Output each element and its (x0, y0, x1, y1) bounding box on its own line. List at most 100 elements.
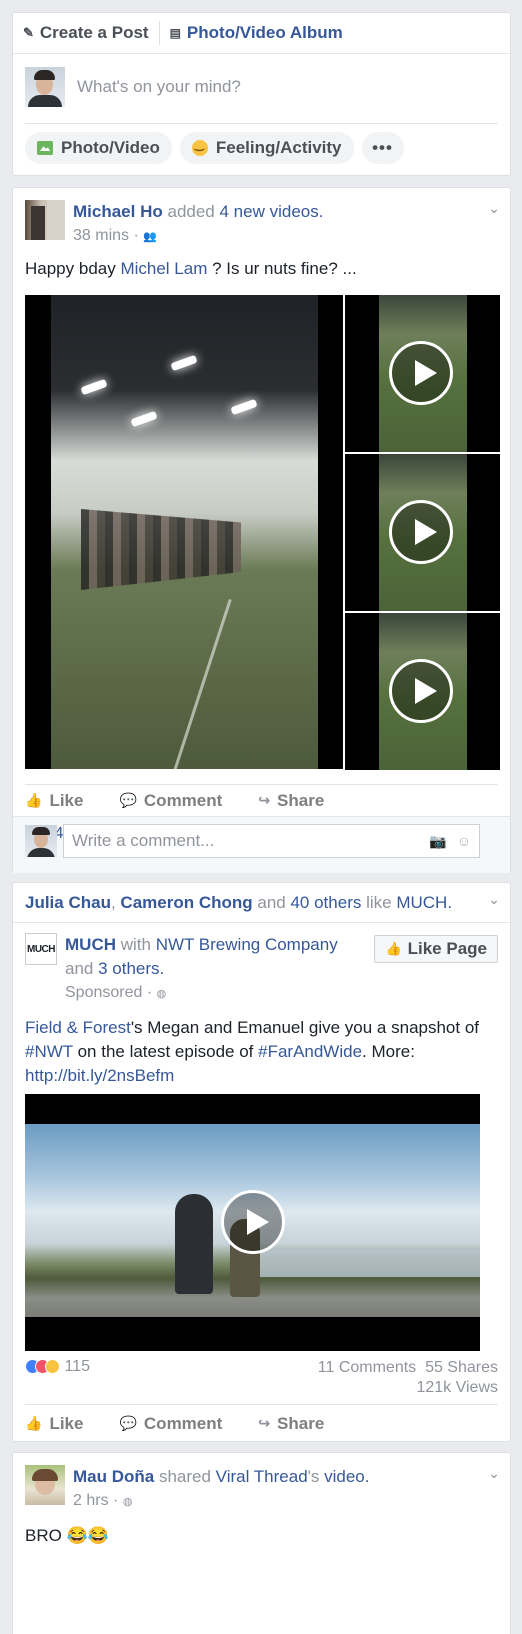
source-link[interactable]: Viral Thread (216, 1467, 308, 1486)
more-button[interactable]: ••• (361, 132, 404, 164)
post-text-part: . More: (362, 1042, 415, 1061)
share-button[interactable]: ↪ Share (258, 791, 324, 811)
author-link[interactable]: Mau Doña (73, 1467, 154, 1486)
comment-input-icons: 📷 ☺ (429, 833, 471, 850)
video-link[interactable]: video. (324, 1467, 369, 1486)
video-thumbnail[interactable] (345, 295, 500, 452)
conjunction: and (65, 959, 99, 978)
video-thumbnail[interactable] (345, 613, 500, 770)
smiley-icon (191, 138, 208, 156)
thumbs-up-icon: 👍 (25, 1415, 43, 1431)
author-link[interactable]: Michael Ho (73, 202, 163, 221)
status-input[interactable]: What's on your mind? (77, 77, 241, 97)
like-label: Like (49, 790, 84, 810)
social-context: Julia Chau, Cameron Chong and 40 others … (13, 883, 510, 923)
tab-photo-album-label: Photo/Video Album (186, 23, 343, 42)
like-page-button[interactable]: 👍 Like Page (374, 935, 498, 963)
video-main[interactable] (25, 295, 343, 769)
share-button[interactable]: ↪ Share (258, 1414, 324, 1434)
photo-video-label: Photo/Video (61, 138, 160, 157)
timestamp[interactable]: 2 hrs (73, 1492, 109, 1509)
share-label: Share (277, 790, 325, 810)
comments-count[interactable]: 11 Comments (318, 1359, 416, 1376)
post-card: Mau Doña shared Viral Thread's video. 2 … (12, 1452, 511, 1634)
post-text-part: on the latest episode of (72, 1042, 259, 1061)
post-actions: 👍 Like 💬 Comment ↪ Share (25, 784, 498, 816)
post-text: Happy bday Michel Lam ? Is ur nuts fine?… (13, 249, 510, 281)
tab-photo-album[interactable]: ▤ Photo/Video Album (170, 13, 343, 53)
post-actions: 👍 Like 💬 Comment ↪ Share (25, 1404, 498, 1442)
avatar[interactable] (25, 1465, 65, 1505)
like-button[interactable]: 👍 Like (25, 1414, 83, 1434)
comment-button[interactable]: 💬 Comment (119, 791, 222, 811)
divider (158, 21, 160, 45)
feeling-activity-button[interactable]: Feeling/Activity (179, 132, 354, 164)
pencil-icon: ✎ (23, 25, 34, 40)
page-link[interactable]: MUCH. (396, 893, 452, 912)
globe-icon[interactable]: ◍ (157, 988, 167, 1000)
page-link[interactable]: Field & Forest (25, 1018, 131, 1037)
post-meta: Mau Doña shared Viral Thread's video. 2 … (73, 1465, 370, 1514)
comment-button[interactable]: 💬 Comment (119, 1414, 222, 1434)
sponsored-label[interactable]: Sponsored (65, 984, 142, 1001)
album-icon: ▤ (169, 26, 181, 40)
post-meta: Michael Ho added 4 new videos. 38 mins ·… (73, 200, 323, 249)
page-name-link[interactable]: MUCH (65, 935, 116, 954)
action-text: 's (307, 1467, 325, 1486)
chevron-down-icon[interactable]: ⌄ (488, 1465, 500, 1482)
video-player[interactable] (25, 1094, 480, 1351)
play-icon[interactable] (389, 500, 453, 564)
composer-card: ✎ Create a Post ▤ Photo/Video Album What… (12, 12, 511, 176)
like-button[interactable]: 👍 Like (25, 791, 83, 811)
emoji-icon[interactable]: ☺ (457, 833, 471, 850)
others-link[interactable]: 40 others (290, 893, 361, 912)
play-icon[interactable] (389, 341, 453, 405)
friend-link[interactable]: Julia Chau (25, 893, 111, 912)
photo-icon (37, 141, 53, 155)
avatar[interactable] (25, 200, 65, 240)
play-icon[interactable] (221, 1190, 285, 1254)
url-link[interactable]: http://bit.ly/2nsBefm (25, 1066, 174, 1085)
separator-dot: · (146, 984, 153, 1001)
timestamp[interactable]: 38 mins (73, 227, 129, 244)
engagement-counts: 11 Comments 55 Shares 121k Views (318, 1358, 498, 1398)
share-label: Share (277, 1413, 325, 1433)
comment-icon: 💬 (119, 792, 137, 808)
avatar[interactable] (25, 67, 65, 107)
chevron-down-icon[interactable]: ⌄ (488, 891, 500, 908)
others-link[interactable]: 3 others. (98, 959, 164, 978)
post-text: Field & Forest's Megan and Emanuel give … (13, 1006, 510, 1088)
photo-video-button[interactable]: Photo/Video (25, 132, 172, 164)
reaction-count: 115 (64, 1358, 90, 1375)
shares-count[interactable]: 55 Shares (425, 1359, 498, 1376)
reaction-summary[interactable]: 115 (25, 1358, 90, 1375)
with-text: with (116, 935, 156, 954)
mention-link[interactable]: Michel Lam (120, 259, 207, 278)
sponsored-row: Sponsored · ◍ (65, 981, 355, 1006)
hashtag-link[interactable]: #NWT (25, 1042, 73, 1061)
post-header: Michael Ho added 4 new videos. 38 mins ·… (13, 188, 510, 249)
globe-icon[interactable]: ◍ (123, 1496, 133, 1508)
sad-reaction-icon (45, 1359, 60, 1375)
comment-label: Comment (143, 1413, 223, 1433)
video-thumbnail[interactable] (345, 454, 500, 611)
hashtag-link[interactable]: #FarAndWide (258, 1042, 362, 1061)
tab-create-post[interactable]: ✎ Create a Post (23, 13, 149, 53)
action-text: added (167, 202, 215, 221)
comment-label: Comment (143, 790, 223, 810)
post-text-part: 's Megan and Emanuel give you a snapshot… (130, 1018, 480, 1037)
separator-dot: · (113, 1492, 119, 1509)
comment-input[interactable]: Write a comment... 📷 ☺ (63, 824, 480, 858)
play-icon[interactable] (389, 659, 453, 723)
camera-icon[interactable]: 📷 (429, 833, 446, 850)
chevron-down-icon[interactable]: ⌄ (488, 200, 500, 217)
post-text-part: Happy bday (25, 259, 121, 278)
share-icon: ↪ (258, 792, 271, 808)
action-link[interactable]: 4 new videos. (220, 202, 324, 221)
avatar[interactable] (25, 825, 57, 857)
friends-icon[interactable]: 👥 (143, 231, 157, 243)
composer-body: What's on your mind? (13, 54, 510, 120)
page-logo[interactable]: MUCH (25, 933, 57, 965)
friend-link[interactable]: Cameron Chong (120, 893, 252, 912)
tagged-page-link[interactable]: NWT Brewing Company (156, 935, 338, 954)
